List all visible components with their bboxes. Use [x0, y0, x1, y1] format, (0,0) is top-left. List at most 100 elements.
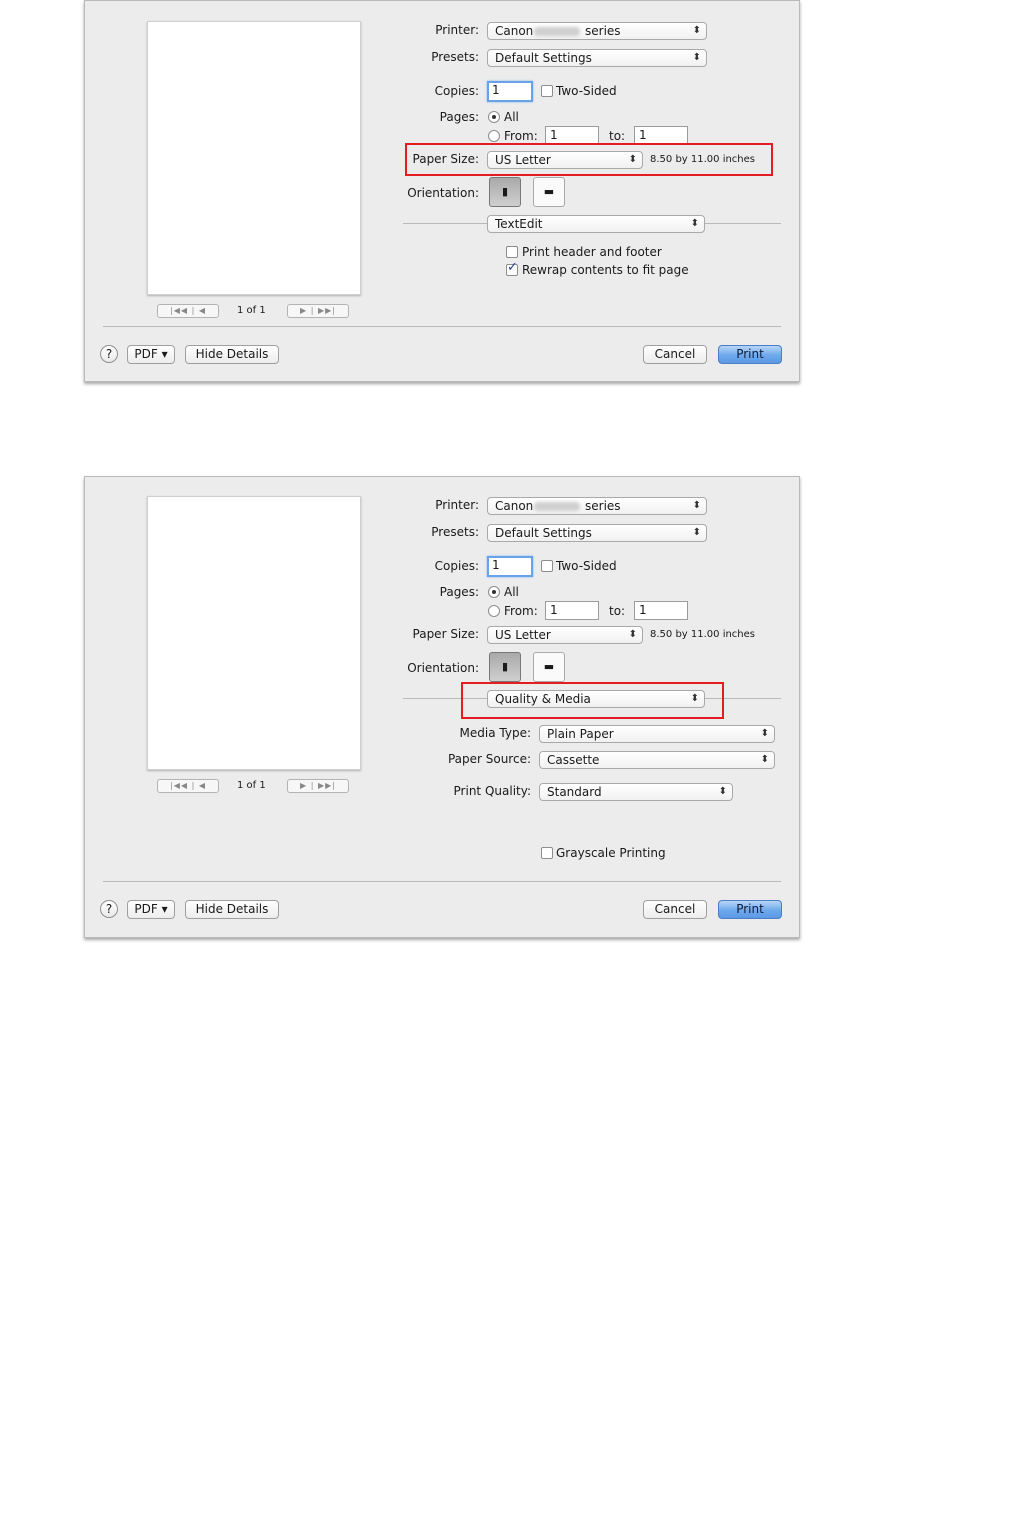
hide-details-button[interactable]: Hide Details	[185, 345, 279, 364]
popup-arrows-icon: ⬍	[628, 629, 637, 640]
presets-label: Presets:	[431, 50, 479, 64]
pages-all-label: All	[504, 110, 519, 124]
preview-nav-next-button[interactable]: ▶ | ▶▶|	[287, 304, 349, 318]
pages-label: Pages:	[439, 585, 479, 599]
two-sided-checkbox[interactable]	[541, 560, 553, 572]
printer-popup[interactable]: Canon series ⬍	[487, 22, 707, 40]
pages-all-radio[interactable]	[488, 586, 500, 598]
paper-source-label: Paper Source:	[447, 752, 531, 766]
section-popup-highlight	[461, 682, 724, 719]
popup-arrows-icon: ⬍	[628, 154, 637, 165]
portrait-icon: ▮	[501, 185, 509, 198]
print-dialog-quality-media: |◀◀ | ◀ 1 of 1 ▶ | ▶▶| Printer: Canon se…	[84, 476, 800, 938]
help-button[interactable]: ?	[100, 900, 118, 918]
popup-arrows-icon: ⬍	[692, 527, 701, 538]
pages-label: Pages:	[439, 110, 479, 124]
printer-label: Printer:	[435, 23, 479, 37]
rewrap-contents-checkbox[interactable]	[506, 260, 518, 276]
orientation-label: Orientation:	[407, 186, 479, 200]
grayscale-printing-checkbox[interactable]	[541, 847, 553, 859]
popup-arrows-icon: ⬍	[718, 786, 727, 797]
pages-from-radio[interactable]	[488, 130, 500, 142]
two-sided-checkbox[interactable]	[541, 85, 553, 97]
section-separator-right	[705, 223, 781, 224]
paper-size-label: Paper Size:	[412, 627, 479, 641]
pages-from-label: From:	[504, 129, 538, 143]
landscape-icon: ▬	[543, 185, 555, 198]
presets-popup[interactable]: Default Settings ⬍	[487, 49, 707, 67]
printer-label: Printer:	[435, 498, 479, 512]
orientation-landscape-button[interactable]: ▬	[533, 652, 565, 682]
paper-size-popup[interactable]: US Letter ⬍	[487, 151, 643, 169]
printer-name-suffix: series	[585, 499, 621, 513]
paper-size-value: US Letter	[495, 628, 551, 642]
print-quality-label: Print Quality:	[453, 784, 531, 798]
paper-source-popup[interactable]: Cassette ⬍	[539, 751, 775, 769]
orientation-portrait-button[interactable]: ▮	[489, 177, 521, 207]
page-indicator: 1 of 1	[237, 780, 266, 791]
preview-nav-prev-button[interactable]: |◀◀ | ◀	[157, 779, 219, 793]
page-indicator: 1 of 1	[237, 305, 266, 316]
pages-from-input[interactable]: 1	[545, 601, 599, 620]
bottom-separator	[103, 881, 781, 882]
printer-model-redacted	[534, 27, 580, 36]
pages-all-radio[interactable]	[488, 111, 500, 123]
orientation-portrait-button[interactable]: ▮	[489, 652, 521, 682]
print-header-footer-checkbox[interactable]	[506, 246, 518, 258]
page-preview	[147, 21, 361, 295]
section-popup[interactable]: TextEdit ⬍	[487, 215, 705, 233]
copies-label: Copies:	[434, 84, 479, 98]
two-sided-label: Two-Sided	[556, 84, 617, 98]
print-dialog-textedit: |◀◀ | ◀ 1 of 1 ▶ | ▶▶| Printer: Canon se…	[84, 0, 800, 382]
orientation-landscape-button[interactable]: ▬	[533, 177, 565, 207]
print-button[interactable]: Print	[718, 900, 782, 919]
copies-input[interactable]: 1	[487, 81, 533, 102]
pages-all-label: All	[504, 585, 519, 599]
printer-model-redacted	[534, 502, 580, 511]
pages-to-input[interactable]: 1	[634, 601, 688, 620]
paper-size-dimensions: 8.50 by 11.00 inches	[650, 154, 756, 165]
pdf-menu-button[interactable]: PDF ▾	[127, 345, 175, 364]
bottom-separator	[103, 326, 781, 327]
orientation-label: Orientation:	[407, 661, 479, 675]
printer-name-prefix: Canon	[495, 499, 534, 513]
help-icon: ?	[105, 902, 113, 916]
cancel-button[interactable]: Cancel	[643, 900, 707, 919]
cancel-button[interactable]: Cancel	[643, 345, 707, 364]
presets-popup[interactable]: Default Settings ⬍	[487, 524, 707, 542]
pages-from-radio[interactable]	[488, 605, 500, 617]
pages-to-label: to:	[609, 129, 626, 143]
paper-size-dimensions: 8.50 by 11.00 inches	[650, 629, 756, 640]
media-type-popup[interactable]: Plain Paper ⬍	[539, 725, 775, 743]
popup-arrows-icon: ⬍	[690, 218, 699, 229]
paper-size-popup[interactable]: US Letter ⬍	[487, 626, 643, 644]
rewrap-contents-label: Rewrap contents to fit page	[522, 263, 689, 277]
presets-label: Presets:	[431, 525, 479, 539]
printer-name-suffix: series	[585, 24, 621, 38]
popup-arrows-icon: ⬍	[692, 500, 701, 511]
popup-arrows-icon: ⬍	[760, 728, 769, 739]
pages-from-label: From:	[504, 604, 538, 618]
print-button[interactable]: Print	[718, 345, 782, 364]
two-sided-label: Two-Sided	[556, 559, 617, 573]
hide-details-button[interactable]: Hide Details	[185, 900, 279, 919]
pdf-menu-button[interactable]: PDF ▾	[127, 900, 175, 919]
media-type-value: Plain Paper	[547, 727, 614, 741]
presets-value: Default Settings	[495, 51, 592, 65]
printer-popup[interactable]: Canon series ⬍	[487, 497, 707, 515]
page-preview	[147, 496, 361, 770]
section-popup-value: TextEdit	[495, 217, 543, 231]
printer-name-prefix: Canon	[495, 24, 534, 38]
paper-size-label: Paper Size:	[412, 152, 479, 166]
print-quality-popup[interactable]: Standard ⬍	[539, 783, 733, 801]
presets-value: Default Settings	[495, 526, 592, 540]
copies-input[interactable]: 1	[487, 556, 533, 577]
preview-nav-prev-button[interactable]: |◀◀ | ◀	[157, 304, 219, 318]
help-button[interactable]: ?	[100, 345, 118, 363]
media-type-label: Media Type:	[459, 726, 531, 740]
popup-arrows-icon: ⬍	[692, 52, 701, 63]
preview-nav-next-button[interactable]: ▶ | ▶▶|	[287, 779, 349, 793]
popup-arrows-icon: ⬍	[692, 25, 701, 36]
section-separator-left	[403, 223, 487, 224]
popup-arrows-icon: ⬍	[760, 754, 769, 765]
